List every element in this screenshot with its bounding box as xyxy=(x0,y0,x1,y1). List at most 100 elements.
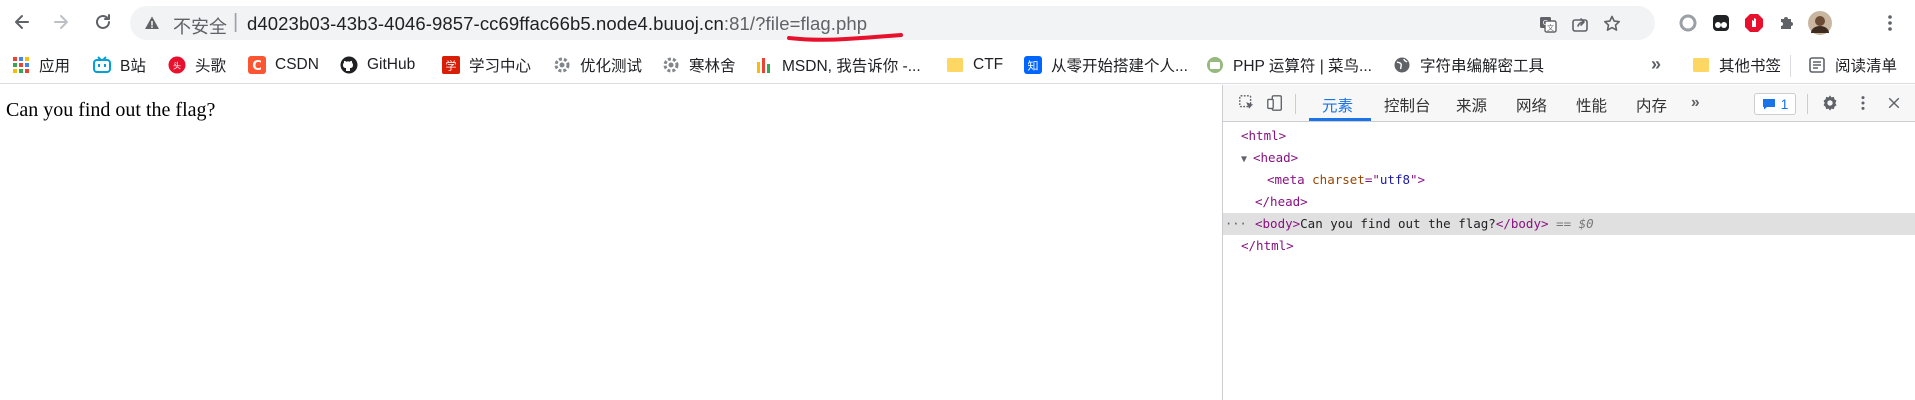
tab-console[interactable]: 控制台 xyxy=(1384,94,1431,116)
svg-text:学: 学 xyxy=(446,59,457,73)
reading-list-icon xyxy=(1808,56,1826,74)
selected-node-marker: == $0 xyxy=(1556,216,1594,231)
globe-icon xyxy=(1393,56,1411,74)
extension-circle-icon[interactable] xyxy=(1676,11,1700,35)
devtools-toolbar: 元素 控制台 来源 网络 性能 内存 » 1 xyxy=(1223,85,1915,122)
bookmarks-overflow-button[interactable]: » xyxy=(1651,54,1661,75)
device-toolbar-icon[interactable] xyxy=(1265,93,1285,113)
folder-icon xyxy=(946,56,964,74)
url-host: d4023b03-43b3-4046-9857-cc69ffac66b5.nod… xyxy=(247,13,724,34)
bookmark-label: MSDN, 我告诉你 -... xyxy=(782,58,921,75)
gear-bookmark-icon xyxy=(662,56,680,74)
bookmark-runoob-php[interactable]: PHP 运算符 | 菜鸟... xyxy=(1206,54,1372,76)
dom-attr-value: utf8 xyxy=(1379,172,1411,187)
bookmark-label: 应用 xyxy=(39,58,71,75)
github-icon xyxy=(340,56,358,74)
bookmark-optimize-test[interactable]: 优化测试 xyxy=(553,54,642,76)
dom-tag: <head> xyxy=(1253,150,1299,165)
tab-performance[interactable]: 性能 xyxy=(1576,94,1607,116)
tab-elements[interactable]: 元素 xyxy=(1322,94,1353,116)
dom-node-head[interactable]: ▼ <head> xyxy=(1223,147,1915,169)
bookmark-csdn[interactable]: C CSDN xyxy=(248,54,319,76)
star-icon[interactable] xyxy=(1602,14,1622,34)
bookmark-bilibili[interactable]: B站 xyxy=(93,54,146,76)
node-actions-ellipsis[interactable]: ··· xyxy=(1225,213,1247,235)
touge-icon: 头 xyxy=(168,56,186,74)
bookmark-zhihu[interactable]: 知 从零开始搭建个人... xyxy=(1024,54,1188,76)
svg-text:头: 头 xyxy=(173,61,181,71)
svg-text:C: C xyxy=(252,59,262,74)
tab-network[interactable]: 网络 xyxy=(1516,94,1547,116)
dom-text: Can you find out the flag? xyxy=(1300,216,1496,231)
devtools-panel: 元素 控制台 来源 网络 性能 内存 » 1 <html> ▼ <head> <m… xyxy=(1222,85,1915,400)
bilibili-icon xyxy=(93,56,111,74)
zhihu-icon: 知 xyxy=(1024,56,1042,74)
extension-tampermonkey-icon[interactable] xyxy=(1709,11,1733,35)
bookmark-other-folder[interactable]: 其他书签 xyxy=(1692,54,1781,76)
csdn-icon: C xyxy=(248,56,266,74)
elements-tree: <html> ▼ <head> <meta charset="utf8"> </h… xyxy=(1223,125,1915,257)
bookmark-string-tool[interactable]: 字符串编解密工具 xyxy=(1393,54,1544,76)
bookmark-label: CSDN xyxy=(275,56,319,73)
extension-adblock-icon[interactable] xyxy=(1742,11,1766,35)
folder-icon xyxy=(1692,56,1710,74)
share-icon[interactable] xyxy=(1570,14,1590,34)
back-button[interactable] xyxy=(7,7,37,37)
bookmark-label: PHP 运算符 | 菜鸟... xyxy=(1233,58,1372,75)
inspect-element-icon[interactable] xyxy=(1237,93,1257,113)
security-label[interactable]: 不安全 xyxy=(173,13,227,39)
apps-grid-icon xyxy=(12,56,30,74)
dom-node-html[interactable]: <html> xyxy=(1223,125,1915,147)
reload-button[interactable] xyxy=(88,7,118,37)
bookmark-touge[interactable]: 头 头歌 xyxy=(168,54,226,76)
bookmark-label: 优化测试 xyxy=(580,58,643,75)
study-center-icon: 学 xyxy=(442,56,460,74)
issues-count: 1 xyxy=(1780,96,1789,112)
translate-icon[interactable]: 文G xyxy=(1538,14,1558,34)
bookmark-msdn[interactable]: MSDN, 我告诉你 -... xyxy=(755,54,921,76)
puzzle-icon[interactable] xyxy=(1775,11,1799,35)
url-text[interactable]: d4023b03-43b3-4046-9857-cc69ffac66b5.nod… xyxy=(247,13,867,35)
arrow-left-icon xyxy=(15,15,29,29)
dom-node-head-close[interactable]: </head> xyxy=(1223,191,1915,213)
devtools-menu-icon[interactable] xyxy=(1853,93,1873,113)
expand-triangle-icon[interactable]: ▼ xyxy=(1241,149,1253,171)
dom-tag: <html> xyxy=(1241,128,1287,143)
dom-node-html-close[interactable]: </html> xyxy=(1223,235,1915,257)
runoob-icon xyxy=(1206,56,1224,74)
close-devtools-icon[interactable] xyxy=(1884,93,1904,113)
dom-tag: </html> xyxy=(1241,238,1294,253)
settings-gear-icon[interactable] xyxy=(1820,93,1840,113)
dom-tag: </head> xyxy=(1255,194,1308,209)
dom-node-body[interactable]: ··· <body>Can you find out the flag?</bo… xyxy=(1223,213,1915,235)
dom-tag: </body> xyxy=(1495,216,1549,231)
tab-sources[interactable]: 来源 xyxy=(1456,94,1487,116)
svg-text:G: G xyxy=(1543,19,1548,27)
issues-badge[interactable]: 1 xyxy=(1754,93,1796,115)
devtools-separator xyxy=(1807,94,1808,114)
bookmark-ctf-folder[interactable]: CTF xyxy=(946,54,1003,76)
bookmarks-divider xyxy=(1790,55,1791,77)
dom-node-meta[interactable]: <meta charset="utf8"> xyxy=(1223,169,1915,191)
bookmark-apps[interactable]: 应用 xyxy=(12,54,70,76)
forward-button[interactable] xyxy=(46,7,76,37)
bookmark-label: 头歌 xyxy=(195,58,227,75)
bookmark-label: 字符串编解密工具 xyxy=(1420,58,1545,75)
dom-punct: =" xyxy=(1364,172,1380,187)
active-tab-indicator xyxy=(1309,118,1371,121)
reading-list-button[interactable]: 阅读清单 xyxy=(1808,54,1897,76)
devtools-separator xyxy=(1295,94,1296,114)
profile-avatar-icon[interactable] xyxy=(1808,11,1832,35)
kebab-menu-icon[interactable] xyxy=(1878,11,1902,35)
bookmark-label: 其他书签 xyxy=(1719,58,1782,75)
bookmark-hanlinshe[interactable]: 寒林舍 xyxy=(662,54,736,76)
bookmark-study-center[interactable]: 学 学习中心 xyxy=(442,54,531,76)
tab-memory[interactable]: 内存 xyxy=(1636,94,1667,116)
dom-tag: <meta xyxy=(1267,172,1313,187)
bookmark-label: 从零开始搭建个人... xyxy=(1051,58,1188,75)
page-viewport: Can you find out the flag? xyxy=(0,85,1222,400)
svg-text:知: 知 xyxy=(1028,59,1039,73)
bookmark-github[interactable]: GitHub xyxy=(340,54,415,76)
more-tabs-button[interactable]: » xyxy=(1691,94,1700,112)
warning-icon[interactable] xyxy=(144,15,160,31)
